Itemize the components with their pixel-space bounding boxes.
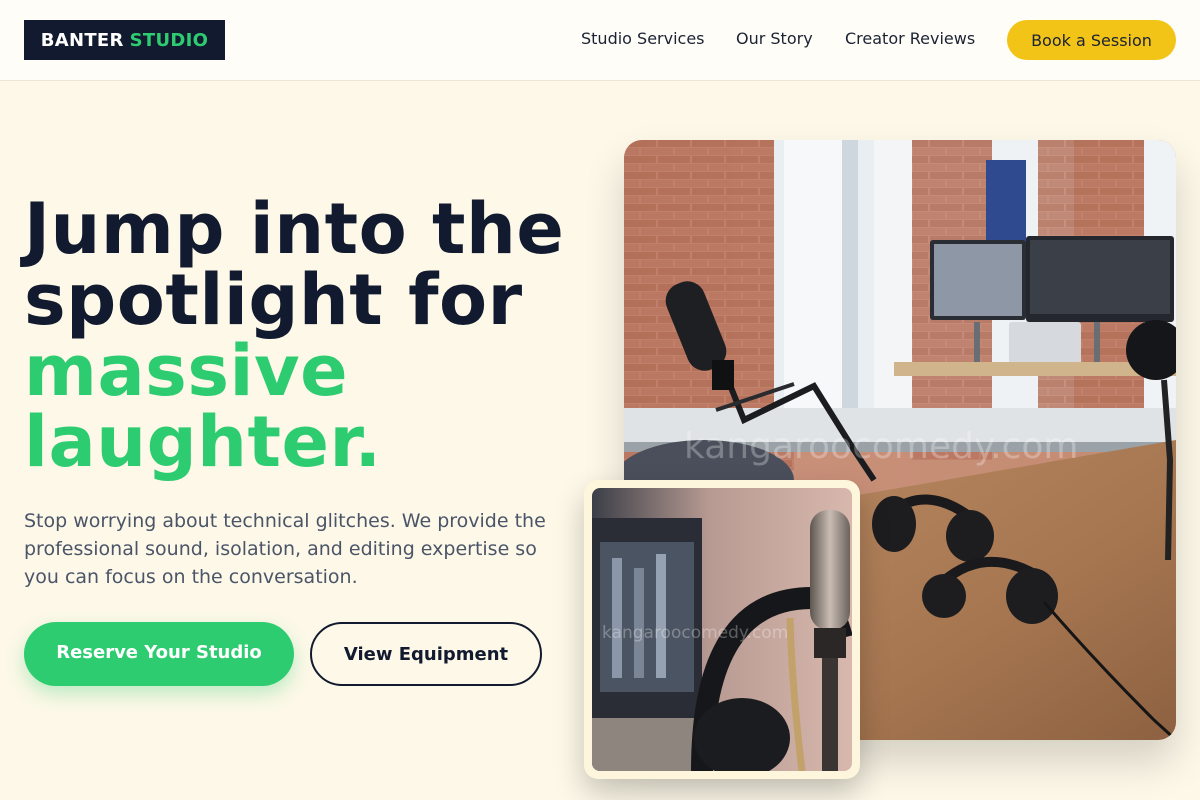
reserve-studio-button[interactable]: Reserve Your Studio (24, 622, 294, 686)
nav-link-creator-reviews[interactable]: Creator Reviews (845, 29, 975, 49)
microphone-photo-card: kangaroocomedy.com (584, 480, 860, 779)
view-equipment-button[interactable]: View Equipment (310, 622, 542, 686)
logo-text-studio: STUDIO (129, 29, 209, 51)
microphone-closeup-photo: kangaroocomedy.com (592, 488, 852, 771)
headline-line-1: Jump into the (24, 188, 565, 270)
top-navbar: BANTER STUDIO Studio Services Our Story … (0, 0, 1200, 81)
watermark-text-small: kangaroocomedy.com (602, 623, 788, 643)
headline-line-3: massive (24, 330, 349, 412)
brand-logo[interactable]: BANTER STUDIO (24, 20, 225, 60)
logo-text-banter: BANTER (40, 29, 124, 51)
nav-link-studio-services[interactable]: Studio Services (581, 29, 705, 49)
hero-headline: Jump into the spotlight for massive laug… (24, 194, 604, 478)
headline-line-2: spotlight for (24, 259, 523, 341)
headline-line-4: laughter. (24, 401, 382, 483)
hero-subtitle: Stop worrying about technical glitches. … (24, 510, 546, 588)
watermark-text: kangaroocomedy.com (684, 426, 1078, 467)
book-session-button[interactable]: Book a Session (1007, 20, 1176, 60)
nav-link-our-story[interactable]: Our Story (736, 29, 813, 49)
